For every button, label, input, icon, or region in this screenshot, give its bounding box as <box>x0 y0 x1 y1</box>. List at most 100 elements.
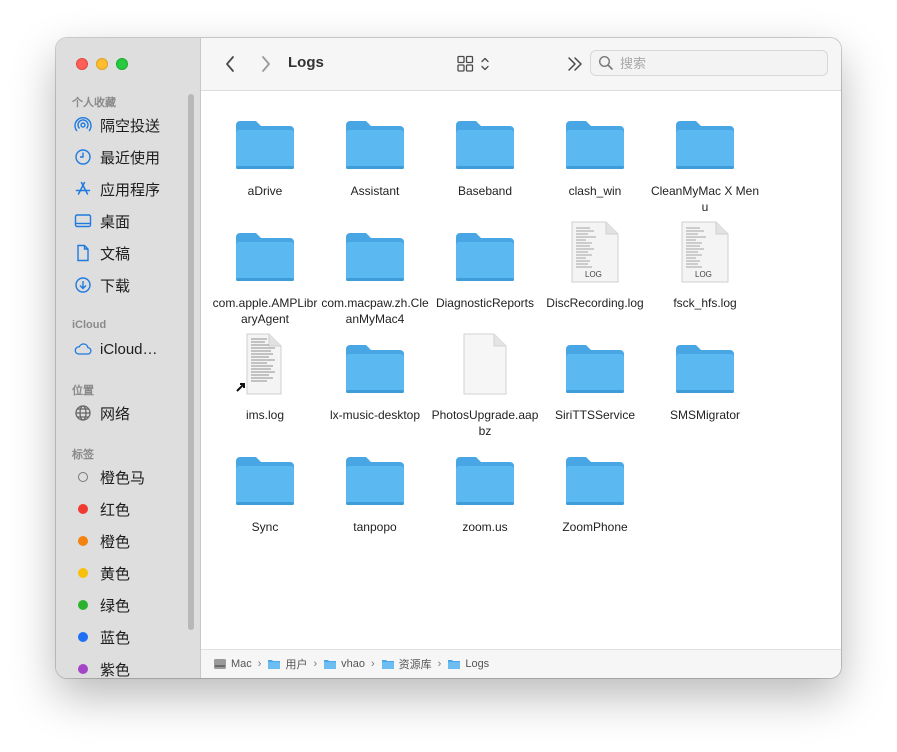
network-globe-icon <box>74 404 92 422</box>
forward-button[interactable] <box>255 53 277 75</box>
file-item-folder[interactable]: SMSMigrator <box>650 323 760 423</box>
more-toolbar-button[interactable] <box>564 53 586 75</box>
file-item-folder[interactable]: ZoomPhone <box>540 435 650 535</box>
sidebar: 个人收藏 隔空投送 最近使用 应用程序 桌面 <box>56 38 201 678</box>
file-name: DiagnosticReports <box>430 295 540 311</box>
folder-icon <box>320 323 430 395</box>
path-label: 用户 <box>285 656 307 672</box>
log-file-icon: LOG <box>540 211 650 283</box>
sidebar-item-label: 黄色 <box>100 563 130 584</box>
file-item-log[interactable]: LOG DiscRecording.log <box>540 211 650 311</box>
file-item-folder[interactable]: com.apple.AMPLibraryAgent <box>210 211 320 327</box>
path-crumb-logs[interactable]: Logs <box>447 658 489 670</box>
file-name: lx-music-desktop <box>320 407 430 423</box>
folder-icon <box>430 211 540 283</box>
view-mode-button[interactable] <box>456 53 494 75</box>
search-icon <box>598 55 614 71</box>
file-item-folder[interactable]: SiriTTSService <box>540 323 650 423</box>
file-item-folder[interactable]: Baseband <box>430 99 540 199</box>
file-item-folder[interactable]: aDrive <box>210 99 320 199</box>
sidebar-section-favorites: 个人收藏 <box>72 94 116 110</box>
folder-icon <box>540 99 650 171</box>
file-item-folder[interactable]: CleanMyMac X Menu <box>650 99 760 215</box>
sidebar-scrollbar[interactable] <box>188 94 194 630</box>
sidebar-item-airdrop[interactable]: 隔空投送 <box>74 114 184 136</box>
applications-icon <box>74 180 92 198</box>
file-item-folder[interactable]: zoom.us <box>430 435 540 535</box>
path-crumb-mac[interactable]: Mac › <box>213 658 267 670</box>
sidebar-item-network[interactable]: 网络 <box>74 402 184 424</box>
file-item-folder[interactable]: DiagnosticReports <box>430 211 540 311</box>
file-item-folder[interactable]: Assistant <box>320 99 430 199</box>
sidebar-tag-item[interactable]: 紫色 <box>74 658 184 678</box>
sidebar-item-label: 隔空投送 <box>100 115 160 136</box>
sidebar-tag-item[interactable]: 蓝色 <box>74 626 184 648</box>
file-item-log[interactable]: LOG fsck_hfs.log <box>650 211 760 311</box>
zoom-button[interactable] <box>116 58 128 70</box>
folder-icon <box>320 99 430 171</box>
back-button[interactable] <box>219 53 241 75</box>
hard-drive-icon <box>213 658 227 670</box>
file-item-folder[interactable]: lx-music-desktop <box>320 323 430 423</box>
folder-icon <box>650 99 760 171</box>
file-name: ZoomPhone <box>540 519 650 535</box>
file-item-folder[interactable]: tanpopo <box>320 435 430 535</box>
file-name: aDrive <box>210 183 320 199</box>
file-name: SMSMigrator <box>650 407 760 423</box>
sidebar-item-label: 蓝色 <box>100 627 130 648</box>
tag-color-dot <box>78 664 88 674</box>
path-label: 资源库 <box>399 656 432 672</box>
sidebar-item-icloud-drive[interactable]: iCloud… <box>74 338 184 360</box>
sidebar-item-label: 桌面 <box>100 211 130 232</box>
file-item-folder[interactable]: com.macpaw.zh.CleanMyMac4 <box>320 211 430 327</box>
sidebar-section-locations: 位置 <box>72 382 94 398</box>
path-crumb-library[interactable]: 资源库 › <box>381 656 448 672</box>
folder-icon <box>540 323 650 395</box>
sidebar-item-applications[interactable]: 应用程序 <box>74 178 184 200</box>
search-input[interactable] <box>620 56 810 71</box>
sidebar-item-label: 红色 <box>100 499 130 520</box>
path-label: Mac <box>231 658 252 670</box>
sidebar-item-label: 绿色 <box>100 595 130 616</box>
sidebar-item-documents[interactable]: 文稿 <box>74 242 184 264</box>
sidebar-item-downloads[interactable]: 下载 <box>74 274 184 296</box>
file-item-blank[interactable]: PhotosUpgrade.aapbz <box>430 323 540 439</box>
folder-icon <box>540 435 650 507</box>
file-item-folder[interactable]: clash_win <box>540 99 650 199</box>
sidebar-item-desktop[interactable]: 桌面 <box>74 210 184 232</box>
folder-icon <box>210 435 320 507</box>
sidebar-item-recents[interactable]: 最近使用 <box>74 146 184 168</box>
close-button[interactable] <box>76 58 88 70</box>
search-field[interactable] <box>590 50 828 76</box>
sidebar-item-label: 紫色 <box>100 659 130 679</box>
blank-document-icon <box>430 323 540 395</box>
file-name: Sync <box>210 519 320 535</box>
sidebar-section-icloud: iCloud <box>72 319 106 331</box>
sidebar-tag-item[interactable]: 黄色 <box>74 562 184 584</box>
file-name: DiscRecording.log <box>540 295 650 311</box>
path-label: vhao <box>341 658 365 670</box>
path-crumb-users[interactable]: 用户 › <box>267 656 323 672</box>
path-crumb-home[interactable]: vhao › <box>323 658 381 670</box>
file-name: ims.log <box>210 407 320 423</box>
file-grid: aDrive Assistant Baseband clash_win Clea… <box>201 91 841 649</box>
sidebar-tag-item[interactable]: 红色 <box>74 498 184 520</box>
tag-color-dot <box>78 472 88 482</box>
toolbar: Logs <box>201 38 841 91</box>
file-item-folder[interactable]: Sync <box>210 435 320 535</box>
path-bar: Mac › 用户 › vhao › 资源库 › <box>201 649 841 678</box>
sidebar-tag-item[interactable]: 绿色 <box>74 594 184 616</box>
folder-icon <box>430 435 540 507</box>
file-name: Assistant <box>320 183 430 199</box>
sidebar-tag-item[interactable]: 橙色 <box>74 530 184 552</box>
airdrop-icon <box>74 116 92 134</box>
path-separator: › <box>313 658 317 670</box>
folder-icon <box>447 658 461 670</box>
file-name: Baseband <box>430 183 540 199</box>
file-name: tanpopo <box>320 519 430 535</box>
file-item-alias[interactable]: ims.log <box>210 323 320 423</box>
minimize-button[interactable] <box>96 58 108 70</box>
file-name: clash_win <box>540 183 650 199</box>
path-separator: › <box>438 658 442 670</box>
sidebar-tag-item[interactable]: 橙色马 <box>74 466 184 488</box>
